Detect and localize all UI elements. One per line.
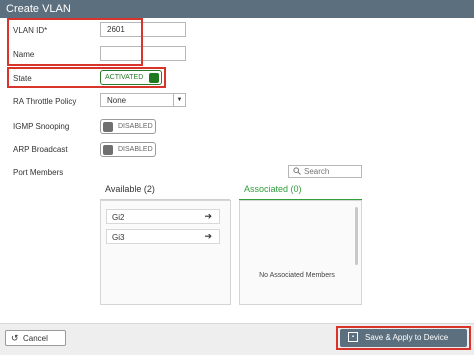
cancel-label: Cancel [23, 334, 48, 343]
igmp-snooping-toggle[interactable]: DISABLED [100, 119, 156, 134]
arp-toggle-label: DISABLED [118, 146, 153, 153]
highlight-apply [336, 326, 471, 350]
ra-throttle-select[interactable]: None ▼ [100, 93, 186, 107]
arrow-right-icon[interactable]: ➔ [204, 231, 212, 242]
arp-broadcast-label: ARP Broadcast [13, 145, 68, 154]
port-name: Gi3 [112, 233, 125, 242]
associated-title: Associated (0) [244, 184, 302, 194]
highlight-state [7, 67, 166, 88]
list-item[interactable]: Gi3 ➔ [106, 229, 220, 244]
toggle-knob [103, 145, 113, 155]
search-input[interactable] [304, 167, 359, 176]
arrow-right-icon[interactable]: ➔ [204, 211, 212, 222]
search-box[interactable] [288, 165, 362, 178]
chevron-down-icon: ▼ [173, 94, 185, 106]
port-members-label: Port Members [13, 168, 64, 177]
igmp-snooping-label: IGMP Snooping [13, 122, 70, 131]
ra-throttle-value: None [107, 96, 127, 105]
ra-throttle-label: RA Throttle Policy [13, 97, 77, 106]
associated-scrollbar[interactable] [355, 207, 358, 265]
highlight-vlan-name [7, 18, 143, 66]
cancel-button[interactable]: ↺ Cancel [5, 330, 66, 346]
undo-icon: ↺ [11, 333, 19, 343]
available-title: Available (2) [105, 184, 155, 194]
igmp-toggle-label: DISABLED [118, 123, 153, 130]
empty-associated-message: No Associated Members [259, 272, 335, 279]
toggle-knob [103, 122, 113, 132]
search-icon [293, 167, 301, 177]
port-name: Gi2 [112, 213, 125, 222]
list-item[interactable]: Gi2 ➔ [106, 209, 220, 224]
associated-panel [239, 200, 362, 305]
arp-broadcast-toggle[interactable]: DISABLED [100, 142, 156, 157]
dialog-title: Create VLAN [0, 0, 474, 18]
